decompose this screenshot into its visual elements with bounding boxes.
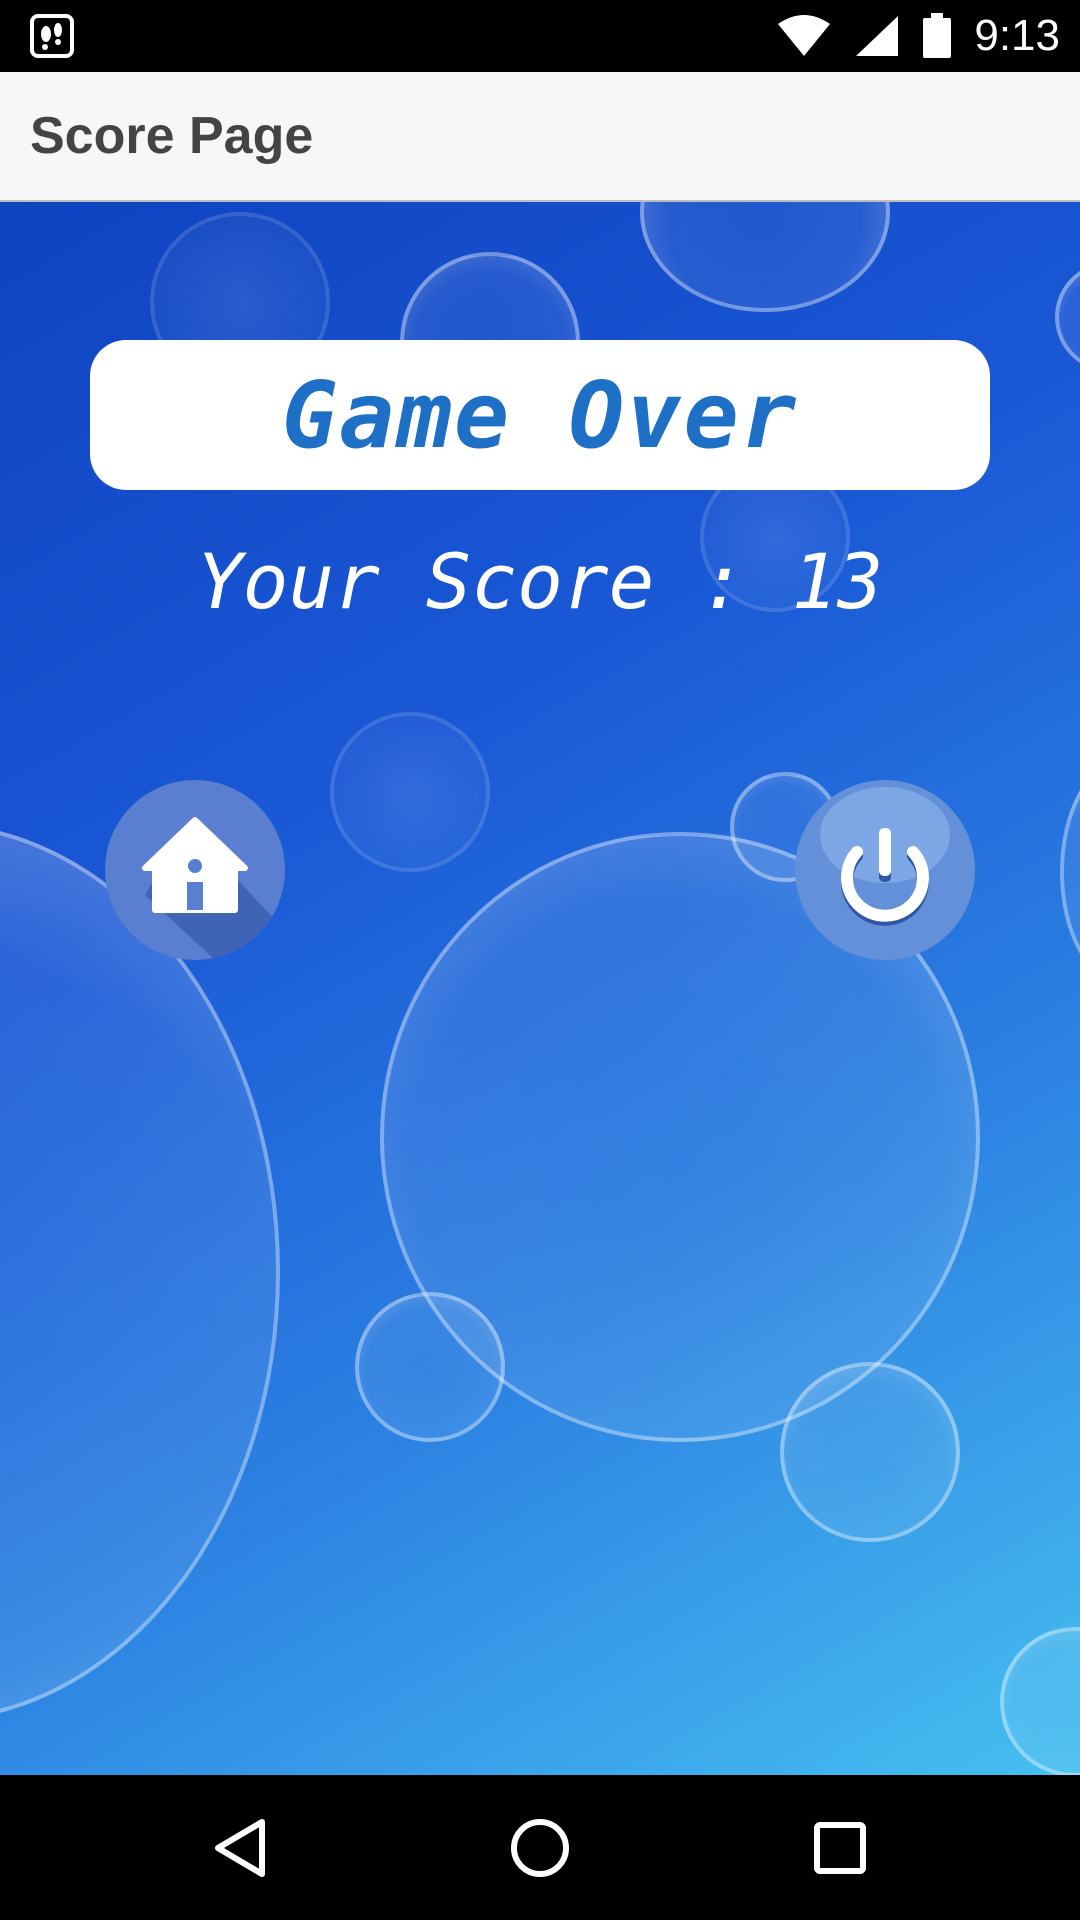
battery-icon: [923, 13, 952, 58]
power-icon: [820, 787, 950, 926]
status-bar: 9:13: [0, 0, 1080, 72]
background-bubble: [330, 712, 490, 872]
navigation-bar: [0, 1775, 1080, 1920]
background-bubble: [1000, 1627, 1080, 1775]
background-bubble: [1060, 762, 1080, 982]
recents-button[interactable]: [780, 1775, 900, 1920]
home-button[interactable]: [105, 780, 285, 960]
back-icon: [215, 1818, 265, 1877]
background-bubble: [355, 1292, 505, 1442]
game-over-content: Game Over Your Score : 13: [0, 202, 1080, 1775]
power-button[interactable]: [795, 780, 975, 960]
score-text: Your Score : 13: [196, 537, 884, 626]
status-time: 9:13: [974, 11, 1060, 60]
back-button[interactable]: [180, 1775, 300, 1920]
cell-signal-icon: [856, 16, 899, 56]
recents-icon: [814, 1821, 866, 1874]
background-bubble: [780, 1362, 960, 1542]
background-bubble: [0, 822, 280, 1722]
game-over-card: Game Over: [90, 340, 990, 490]
background-bubble: [1055, 262, 1080, 372]
page-title: Score Page: [30, 107, 314, 165]
game-over-title: Game Over: [281, 361, 799, 469]
home-icon: [142, 817, 285, 960]
score-page-screen: 9:13 Score Page Game Over Your Score : 1…: [0, 0, 1080, 1920]
home-nav-button[interactable]: [480, 1775, 600, 1920]
wifi-icon: [778, 15, 831, 56]
app-notification-icon: [30, 14, 74, 58]
background-bubble: [640, 202, 890, 312]
home-circle-icon: [511, 1818, 569, 1877]
app-bar: Score Page: [0, 72, 1080, 202]
